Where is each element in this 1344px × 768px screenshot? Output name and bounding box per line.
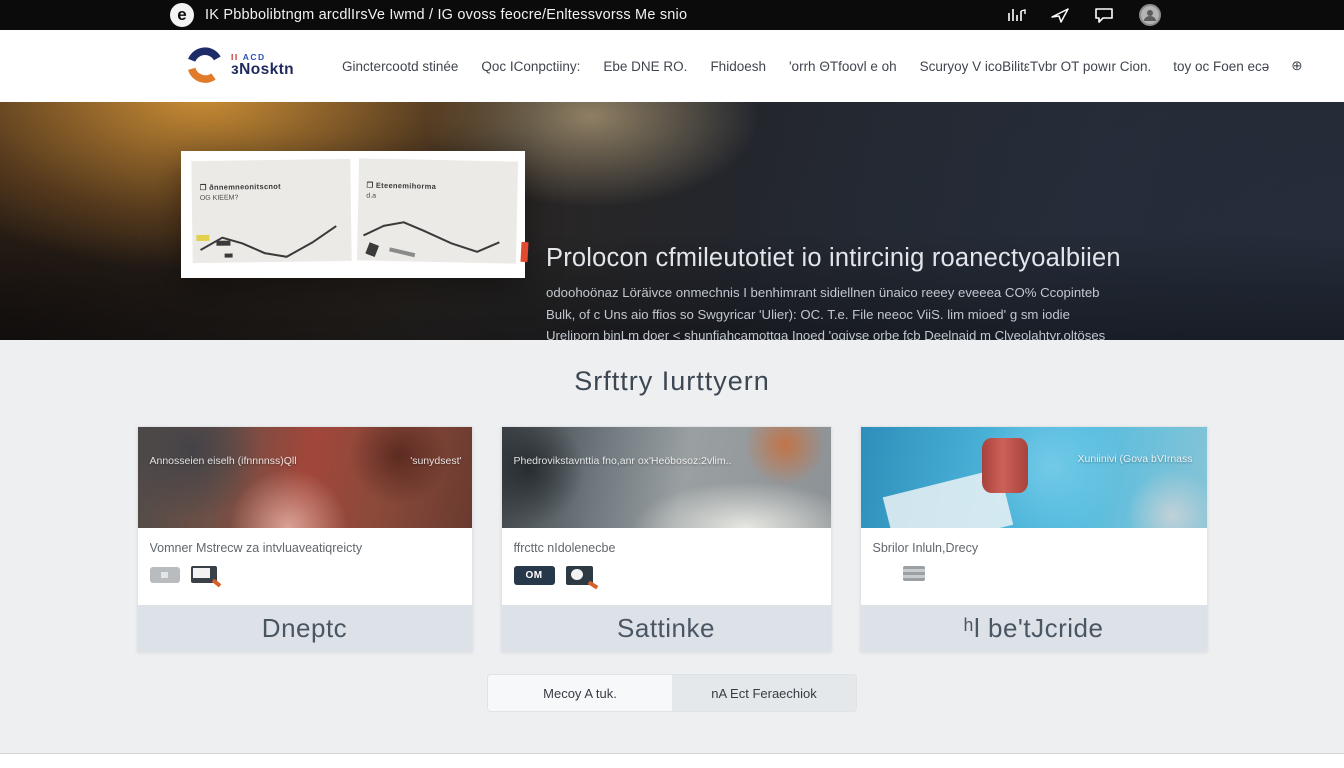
- nav-right-group: Tvbr OT powır Cion. toy oc Foen ecə ⊕: [1030, 58, 1303, 74]
- card-3-meta-text: Sbrilor Inluln,Drecy: [873, 541, 1195, 555]
- tab-2[interactable]: nA Ect Feraechiok: [672, 675, 856, 711]
- card-3-body: Sbrilor Inluln,Drecy: [861, 528, 1207, 605]
- badge-icon: [150, 567, 180, 583]
- logo-mark-icon: [185, 47, 223, 85]
- nav-item-5[interactable]: 'orrh ΘTfoovl e oh: [789, 59, 897, 74]
- card-2-body: ffrcttc nIdolenecbe OM: [502, 528, 831, 605]
- section-title: Srfttry Iurttyern: [0, 366, 1344, 397]
- nav-item-1[interactable]: Ginctercootd stinée: [342, 59, 458, 74]
- card-row: Annosseien eiselh (ifnnnnss)Qll 'sunydse…: [0, 426, 1344, 652]
- signal-chart-icon[interactable]: [1007, 6, 1027, 24]
- main-nav: Ginctercootd stinée Qoc IConpctiiny: Ebe…: [342, 59, 1030, 74]
- nav-item-2[interactable]: Qoc IConpctiiny:: [481, 59, 580, 74]
- card-1-footer-label: Dneptc: [138, 605, 472, 651]
- edit-pencil-icon: [191, 566, 217, 583]
- card-1-overlay-right: 'sunydsest': [410, 455, 461, 467]
- card-3-footer-label: ʰl be'tJcride: [861, 605, 1207, 651]
- card-3-image: Xuniinivi (Gova bVIrnass: [861, 427, 1207, 528]
- line-chart-sketch: [358, 213, 509, 261]
- main-header: IIACD зNosktn Ginctercootd stinée Qoc IC…: [0, 30, 1344, 102]
- card-3-overlay-right: Xuniinivi (Gova bVIrnass: [1078, 453, 1193, 465]
- om-badge: OM: [514, 566, 555, 585]
- card-1-meta-text: Vomner Mstrecw za intvluaveatiqreicty: [150, 541, 460, 555]
- red-accent-tab: [520, 242, 528, 262]
- printer-stack-icon: [903, 566, 925, 581]
- card-3[interactable]: Xuniinivi (Gova bVIrnass Sbrilor Inluln,…: [860, 426, 1208, 652]
- card-2[interactable]: Phedrovikstavnttia fno,anr ox'Heöbosoz:2…: [501, 426, 832, 652]
- content-section: Srfttry Iurttyern Annosseien eiselh (ifn…: [0, 340, 1344, 753]
- hero-section: ❒ ðnnemneonitscnot OG KIEEM? ❒ Eteenemih…: [0, 102, 1344, 340]
- card-3-icons: [903, 566, 1195, 581]
- hero-doc-right: ❒ Eteenemihorma d.a: [356, 158, 517, 263]
- card-1[interactable]: Annosseien eiselh (ifnnnnss)Qll 'sunydse…: [137, 426, 473, 652]
- card-1-body: Vomner Mstrecw za intvluaveatiqreicty: [138, 528, 472, 605]
- hero-paragraph: odoohoönaz Löräivce onmechnis I benhimra…: [546, 282, 1126, 340]
- card-2-meta-text: ffrcttc nIdolenecbe: [514, 541, 819, 555]
- hero-doc-left-title: ❒ ðnnemneonitscnot: [200, 181, 345, 192]
- send-plane-icon[interactable]: [1050, 6, 1070, 24]
- card-1-image: Annosseien eiselh (ifnnnnss)Qll 'sunydse…: [138, 427, 472, 528]
- card-2-overlay-left: Phedrovikstavnttia fno,anr ox'Heöbosoz:2…: [514, 455, 732, 467]
- line-chart-sketch: [194, 214, 345, 261]
- topbar-brand-text: IK Pbbbolibtngm arcdlIrsVe Iwmd / IG ovo…: [205, 7, 687, 23]
- hero-doc-right-subtitle: d.a: [366, 193, 511, 203]
- card-2-image: Phedrovikstavnttia fno,anr ox'Heöbosoz:2…: [502, 427, 831, 528]
- hero-title: Prolocon cfmileutotiet io intircinig roa…: [546, 244, 1121, 273]
- topbar-logo-icon[interactable]: e: [170, 3, 194, 27]
- hero-doc-right-title: ❒ Eteenemihorma: [366, 181, 511, 193]
- hero-image-card: ❒ ðnnemneonitscnot OG KIEEM? ❒ Eteenemih…: [181, 151, 525, 278]
- nav-right-item-2[interactable]: toy oc Foen ecə: [1173, 59, 1269, 74]
- site-logo[interactable]: IIACD зNosktn: [185, 47, 294, 85]
- tab-1[interactable]: Mecoy A tuk.: [488, 675, 672, 711]
- page: e IK Pbbbolibtngm arcdlIrsVe Iwmd / IG o…: [0, 0, 1344, 768]
- photo-edit-icon: [566, 566, 593, 585]
- nav-item-6[interactable]: Scuryoy V icoBilitε: [920, 59, 1030, 74]
- globe-icon[interactable]: ⊕: [1291, 58, 1302, 74]
- card-2-icons: OM: [514, 566, 819, 585]
- bottom-white-strip: [0, 753, 1344, 768]
- red-cylinder-shape: [982, 438, 1028, 493]
- bottom-tab-strip: Mecoy A tuk. nA Ect Feraechiok: [487, 674, 857, 712]
- logo-text: IIACD зNosktn: [231, 53, 294, 78]
- topbar-icon-group: [1007, 3, 1162, 27]
- logo-main-text: зNosktn: [231, 62, 294, 78]
- nav-item-4[interactable]: Fhidoesh: [710, 59, 766, 74]
- avatar-circle-icon[interactable]: [1138, 3, 1162, 27]
- card-2-footer-label: Sattinke: [502, 605, 831, 651]
- topbar: e IK Pbbbolibtngm arcdlIrsVe Iwmd / IG o…: [0, 0, 1344, 30]
- card-1-overlay-left: Annosseien eiselh (ifnnnnss)Qll: [150, 455, 297, 467]
- topbar-logo-glyph: e: [177, 6, 186, 23]
- hero-doc-left-subtitle: OG KIEEM?: [200, 193, 345, 202]
- card-1-icons: [150, 566, 460, 583]
- hero-doc-left: ❒ ðnnemneonitscnot OG KIEEM?: [191, 159, 351, 263]
- nav-item-3[interactable]: Ebe DNE RO.: [603, 59, 687, 74]
- nav-right-item-1[interactable]: Tvbr OT powır Cion.: [1030, 59, 1151, 74]
- chat-bubble-icon[interactable]: [1093, 6, 1115, 24]
